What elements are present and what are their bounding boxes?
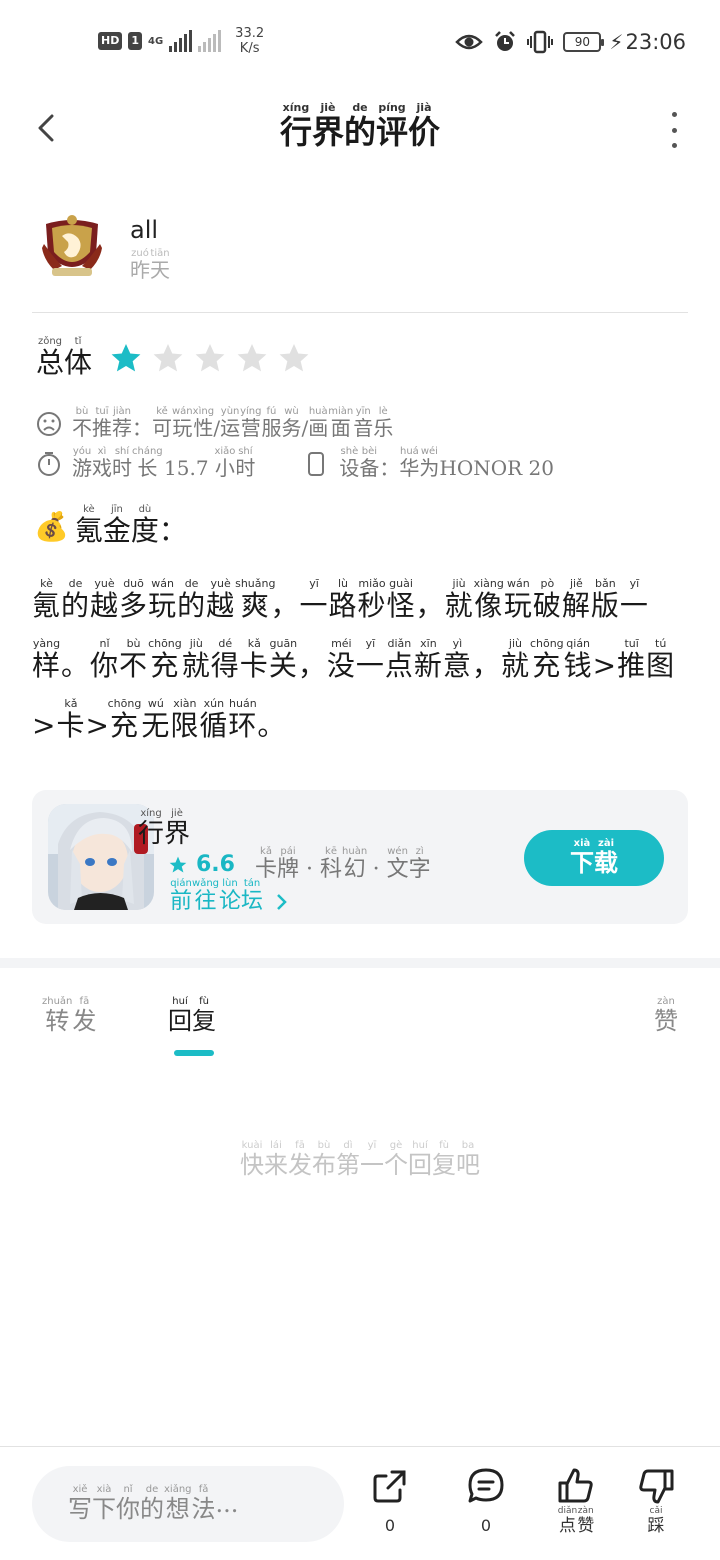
status-bar: HD 1 4G 33.2 K/s 90 ⚡ 23:06 <box>0 0 720 90</box>
star-rating <box>110 342 310 374</box>
top-bar: 行xíng界jiè的de评píng价jià <box>0 96 720 166</box>
clock: 23:06 <box>625 30 686 54</box>
star-icon <box>195 344 225 372</box>
network-speed: 33.2 K/s <box>235 26 264 56</box>
crest-avatar-image <box>42 215 102 276</box>
overall-rating-label: 总zǒng体tǐ <box>36 336 93 379</box>
network-type: 4G <box>148 35 164 47</box>
thumbs-up-icon <box>558 1468 593 1503</box>
sad-face-icon <box>37 411 61 436</box>
speed-unit: K/s <box>239 41 260 56</box>
more-dot <box>671 112 677 117</box>
signal-icon <box>169 30 193 52</box>
spending-label: 氪kè金jīn度dù： <box>74 504 187 547</box>
review-text: 氪kè的de越yuè多duō玩wán的de越yuè爽shuǎng，一yī路lù秒… <box>32 577 676 742</box>
star-icon <box>111 344 141 372</box>
speed-value: 33.2 <box>235 26 265 41</box>
game-name[interactable]: 行xíng界jiè <box>138 808 190 850</box>
username[interactable]: all <box>130 216 158 244</box>
vibrate-icon <box>527 30 554 54</box>
dislike-button[interactable]: 踩cǎi <box>624 1466 688 1536</box>
sim-badge: 1 <box>128 32 142 50</box>
download-button[interactable]: 下xià 载zài <box>524 830 664 886</box>
page-title: 行xíng界jiè的de评píng价jià <box>279 101 441 151</box>
thumbs-down-icon <box>639 1469 674 1504</box>
tab-reply[interactable]: 回huí复fù <box>168 996 216 1036</box>
status-right: 90 ⚡ 23:06 <box>455 30 686 54</box>
comment-input[interactable]: 写xiě 下xià 你nǐ 的de 想xiǎng 法fǎ... <box>32 1466 344 1542</box>
comment-button[interactable]: 0 <box>454 1466 518 1535</box>
dislike-label: 踩cǎi <box>647 1506 665 1536</box>
bottom-divider <box>0 1446 720 1447</box>
playtime-text: 游yóu戏xì时shí长cháng 15.7 小xiǎo时shí <box>72 446 256 480</box>
star-icon <box>153 344 183 372</box>
more-button[interactable] <box>668 112 680 148</box>
not-recommend-text: 不bù推tuī荐jiàn：可kě玩wán性xìng/运yùn营yíng服fú务w… <box>72 406 394 440</box>
star-icon <box>279 344 309 372</box>
more-dot <box>671 143 677 148</box>
share-icon <box>373 1470 406 1503</box>
not-recommend-row: 不bù推tuī荐jiàn：可kě玩wán性xìng/运yùn营yíng服fú务w… <box>36 406 393 441</box>
tab-forward[interactable]: 转zhuǎn发fā <box>42 996 96 1036</box>
stopwatch-icon <box>38 451 60 476</box>
tab-active-indicator <box>174 1050 214 1056</box>
signal-empty-icon <box>198 30 222 52</box>
chevron-right-icon <box>277 894 287 910</box>
battery-icon: 90 <box>563 32 605 52</box>
divider <box>32 312 688 313</box>
share-count: 0 <box>384 1516 396 1535</box>
star-icon <box>169 856 187 872</box>
phone-icon <box>308 451 325 476</box>
status-left: HD 1 4G 33.2 K/s <box>98 26 264 56</box>
money-bag-icon: 💰 <box>34 510 69 543</box>
like-label: 点diǎn赞zàn <box>557 1506 595 1536</box>
post-date: 昨zuó天tiān <box>130 248 170 282</box>
forum-link-label: 前qián往wǎng论lùn坛tán <box>170 878 264 914</box>
share-button[interactable]: 0 <box>358 1466 422 1535</box>
spending-section-title: 💰 氪kè金jīn度dù： <box>34 504 187 549</box>
eye-icon <box>455 34 484 50</box>
comment-count: 0 <box>480 1516 492 1535</box>
device-text: 设shè备bèi：华huá为wéiHONOR 20 <box>339 446 554 480</box>
charging-icon: ⚡ <box>609 30 624 54</box>
section-separator <box>0 958 720 968</box>
star-icon <box>237 344 267 372</box>
info-row: 游yóu戏xì时shí长cháng 15.7 小xiǎo时shí 设shè备bè… <box>36 446 554 481</box>
forum-link[interactable]: 前qián往wǎng论lùn坛tán <box>170 878 290 915</box>
alarm-icon <box>495 31 516 51</box>
comment-icon <box>468 1468 504 1503</box>
empty-replies-hint: 快kuài来lái发fā布bù第dì一yī个gè回huí复fù吧ba <box>240 1140 480 1179</box>
tab-like[interactable]: 赞zàn <box>654 996 678 1036</box>
like-button[interactable]: 点diǎn赞zàn <box>544 1466 608 1536</box>
avatar[interactable] <box>40 214 104 280</box>
hd-badge: HD <box>98 32 123 50</box>
game-score: 6.6 <box>196 852 235 877</box>
more-dot <box>671 127 677 133</box>
